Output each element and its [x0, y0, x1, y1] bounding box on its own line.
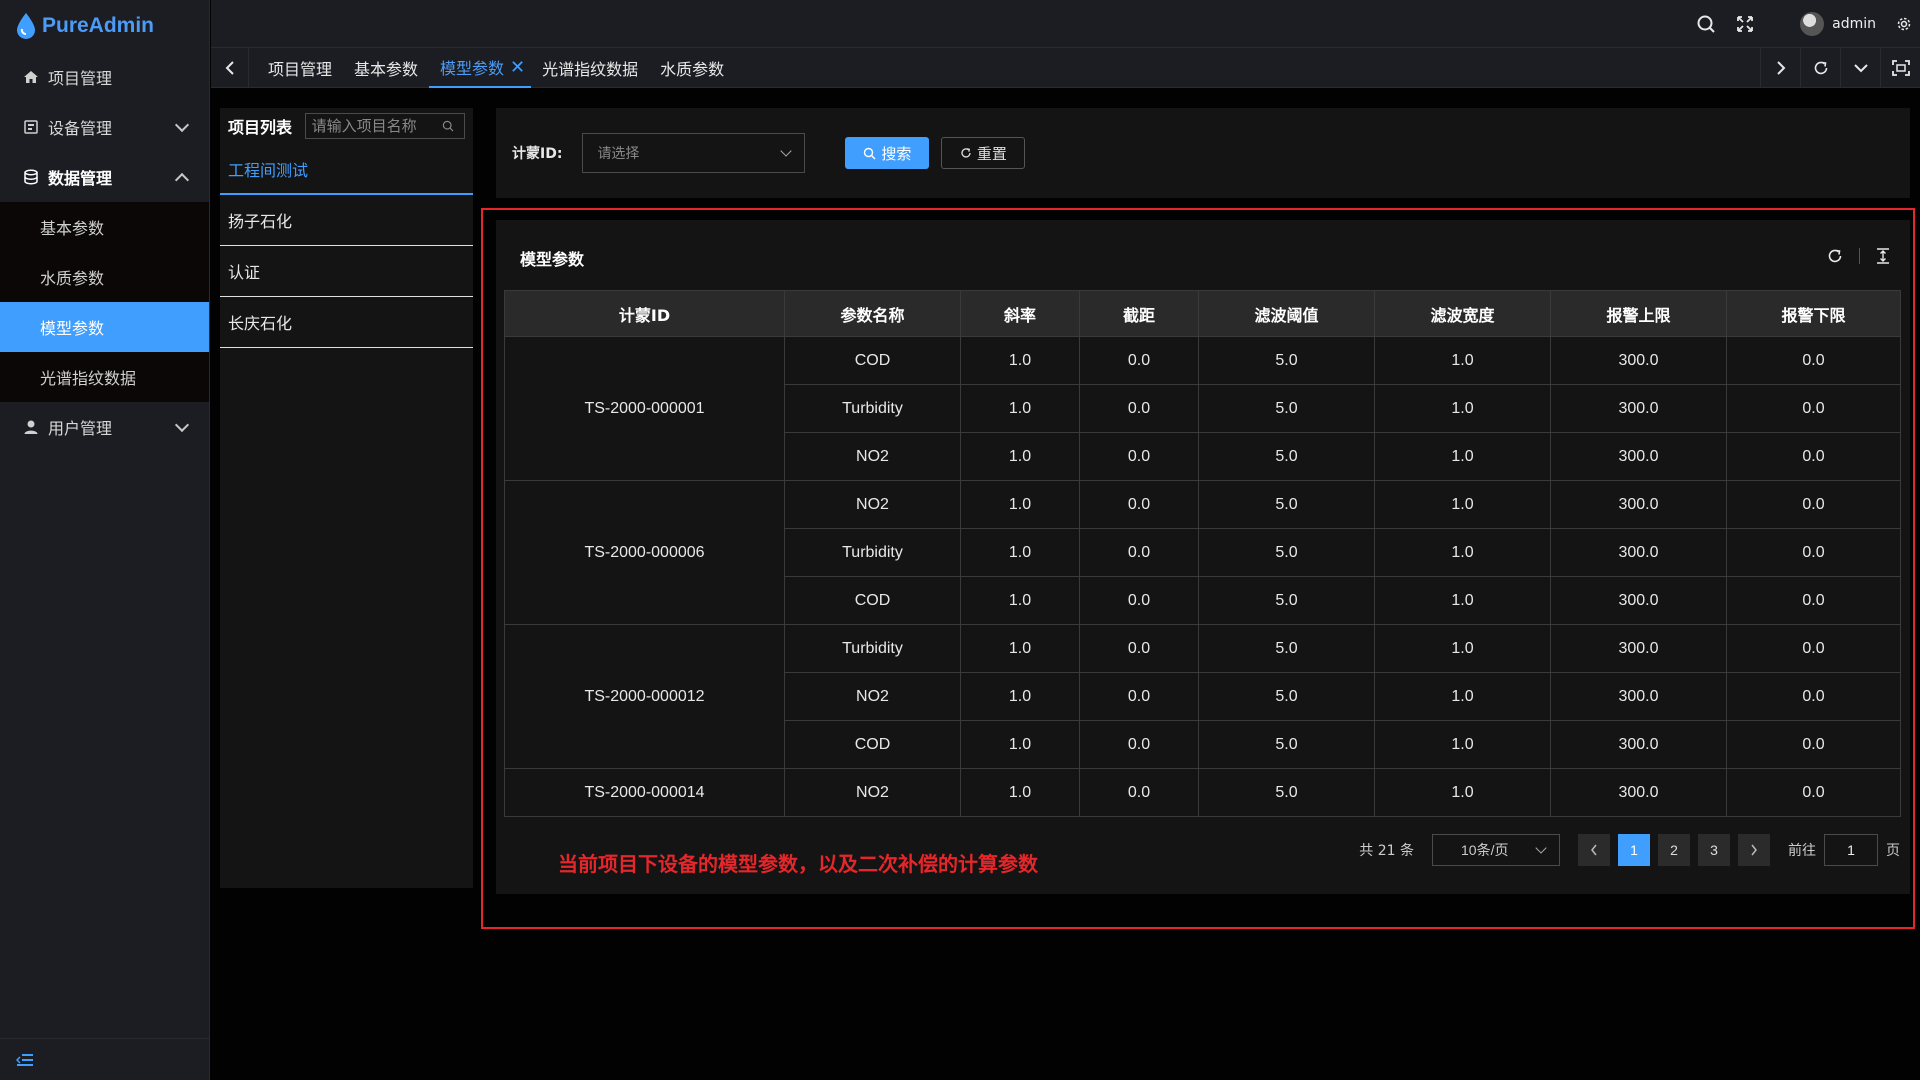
database-icon [22, 168, 40, 186]
refresh-icon [1814, 61, 1827, 75]
sidebar-item-label: 数据管理 [48, 169, 113, 188]
sidebar: PureAdmin 项目管理 设备管理 数据管理 基本参数 水质参数 模型参数 … [0, 0, 210, 1080]
header-tools: admin [1696, 0, 1912, 48]
gear-icon[interactable] [1896, 16, 1912, 32]
tab-label: 项目管理 [268, 60, 333, 79]
device-icon [22, 118, 40, 136]
project-list-title: 项目列表 [228, 118, 293, 137]
sidebar-item-device[interactable]: 设备管理 [0, 102, 209, 152]
tags-view: 项目管理 基本参数 模型参数 ✕ 光谱指纹数据 水质参数 [211, 48, 1920, 88]
search-icon[interactable] [1696, 14, 1716, 34]
tab-model-params[interactable]: 模型参数 ✕ [429, 48, 532, 88]
tab-label: 水质参数 [660, 60, 725, 79]
sidebar-item-label: 用户管理 [48, 419, 113, 438]
header: admin [211, 0, 1920, 48]
tabs-scroll-right-button[interactable] [1760, 48, 1800, 88]
project-item[interactable]: 认证 [220, 246, 473, 297]
submenu-data: 基本参数 水质参数 模型参数 光谱指纹数据 [0, 202, 209, 402]
tab-label: 光谱指纹数据 [542, 60, 639, 79]
fullscreen-icon [1891, 60, 1910, 76]
search-icon [442, 120, 454, 132]
project-list-header: 项目列表 [220, 108, 473, 144]
chevron-down-icon [1853, 64, 1868, 73]
select-placeholder: 请选择 [597, 146, 640, 162]
search-button[interactable]: 搜索 [845, 137, 930, 169]
sidebar-subitem-model-params[interactable]: 模型参数 [0, 302, 209, 352]
project-item[interactable]: 工程间测试 [220, 144, 473, 195]
chevron-down-icon [174, 417, 190, 433]
search-button-label: 搜索 [881, 144, 912, 163]
chevron-up-icon [174, 172, 190, 188]
refresh-tab-button[interactable] [1800, 48, 1840, 88]
app-name: PureAdmin [42, 14, 155, 37]
project-list-panel: 项目列表 工程间测试 扬子石化 认证 长庆石化 [220, 108, 473, 888]
sidebar-item-label: 设备管理 [48, 119, 113, 138]
tabs-scroll-left-button[interactable] [211, 48, 249, 88]
chevron-right-icon [1776, 61, 1785, 75]
tab-water-quality[interactable]: 水质参数 [649, 48, 735, 88]
home-icon [22, 68, 40, 86]
water-drop-logo-icon [17, 13, 35, 39]
tabs-tools [1760, 48, 1920, 88]
user-icon [22, 418, 40, 436]
device-id-select[interactable]: 请选择 [582, 133, 806, 173]
sidebar-subitem-basic[interactable]: 基本参数 [0, 202, 209, 252]
fullscreen-icon[interactable] [1736, 15, 1754, 33]
tab-project[interactable]: 项目管理 [257, 48, 343, 88]
username[interactable]: admin [1832, 16, 1876, 32]
tabs-list: 项目管理 基本参数 模型参数 ✕ 光谱指纹数据 水质参数 [257, 48, 735, 88]
device-id-label: 计蒙ID: [512, 146, 563, 162]
annotation-highlight-box [481, 208, 1915, 929]
tab-label: 基本参数 [354, 60, 419, 79]
sidebar-item-user[interactable]: 用户管理 [0, 402, 209, 452]
project-search-box[interactable] [304, 113, 465, 139]
chevron-left-icon [225, 61, 234, 75]
tabs-dropdown-button[interactable] [1840, 48, 1880, 88]
sidebar-subitem-spectrum[interactable]: 光谱指纹数据 [0, 352, 209, 402]
close-icon[interactable]: ✕ [510, 57, 525, 78]
sidebar-collapse-button[interactable] [0, 1038, 210, 1080]
project-item[interactable]: 扬子石化 [220, 195, 473, 246]
chevron-down-icon [780, 145, 793, 157]
sidebar-item-data[interactable]: 数据管理 [0, 152, 209, 202]
sidebar-item-label: 项目管理 [48, 69, 113, 88]
tab-basic-params[interactable]: 基本参数 [343, 48, 429, 88]
project-item[interactable]: 长庆石化 [220, 297, 473, 348]
chevron-down-icon [174, 117, 190, 133]
project-search-input[interactable] [311, 117, 442, 135]
tab-label: 模型参数 [440, 59, 505, 78]
reset-button[interactable]: 重置 [941, 137, 1026, 169]
avatar[interactable] [1800, 12, 1825, 36]
sidebar-item-project[interactable]: 项目管理 [0, 52, 209, 102]
menu-fold-icon [16, 1053, 33, 1066]
search-form: 计蒙ID: 请选择 搜索 重置 [496, 108, 1910, 198]
logo[interactable]: PureAdmin [0, 0, 209, 52]
search-icon [864, 147, 876, 159]
sidebar-subitem-water-quality[interactable]: 水质参数 [0, 252, 209, 302]
content-fullscreen-button[interactable] [1880, 48, 1920, 88]
tab-spectrum[interactable]: 光谱指纹数据 [531, 48, 649, 88]
refresh-icon [961, 148, 971, 158]
reset-button-label: 重置 [976, 144, 1007, 163]
